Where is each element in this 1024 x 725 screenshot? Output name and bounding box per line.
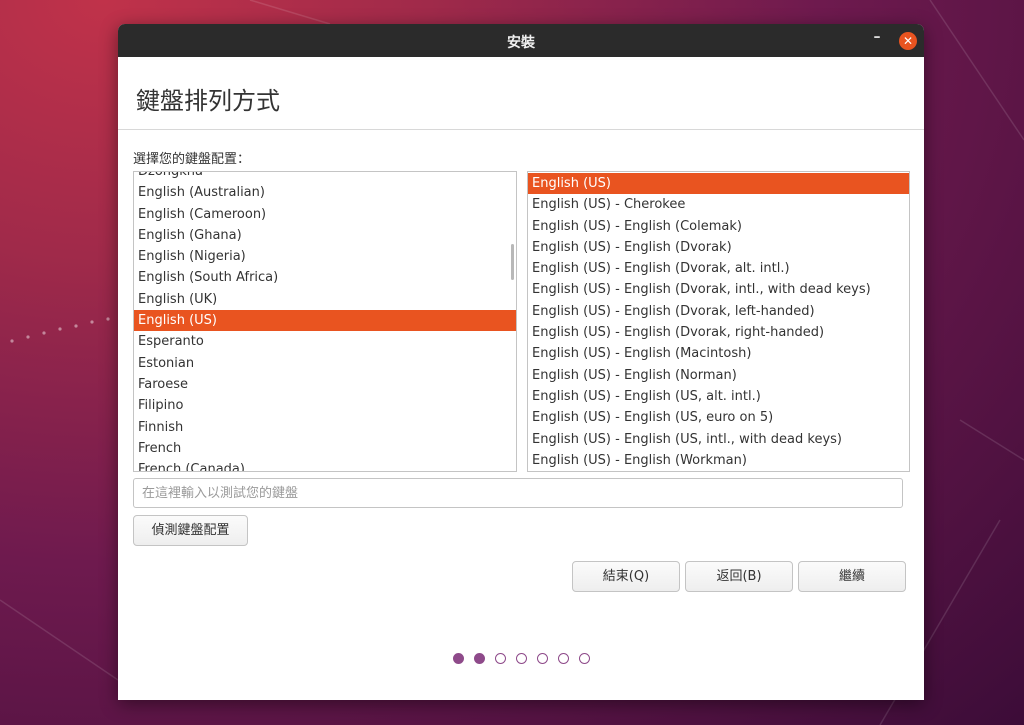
variant-list-inner: English (US) English (US) - Cherokee Engli… xyxy=(528,173,909,471)
progress-dots xyxy=(118,648,924,664)
progress-dot xyxy=(452,653,464,664)
page-title: 鍵盤排列方式 xyxy=(136,87,280,115)
layout-list-item[interactable]: English (Ghana) xyxy=(134,225,516,246)
layout-list-item[interactable]: English (Australian) xyxy=(134,182,516,203)
layout-list-item[interactable]: Dzongkha xyxy=(134,172,516,182)
variant-list-item[interactable]: English (US) - English (Macintosh) xyxy=(528,343,909,364)
layout-list-item[interactable]: English (South Africa) xyxy=(134,267,516,288)
layout-prompt: 選擇您的鍵盤配置： xyxy=(133,152,251,167)
variant-list-item[interactable]: English (US) - English (Dvorak, right-ha… xyxy=(528,322,909,343)
progress-dot xyxy=(473,653,485,664)
close-button[interactable]: ✕ xyxy=(899,32,917,50)
keyboard-variant-list[interactable]: English (US) English (US) - Cherokee Engli… xyxy=(527,171,910,472)
progress-dot xyxy=(515,653,527,664)
variant-list-item[interactable]: English (US) xyxy=(528,173,909,195)
keyboard-test-input[interactable] xyxy=(133,478,903,508)
variant-list-item[interactable]: English (US) - English (Colemak) xyxy=(528,216,909,237)
layout-list-item[interactable]: French xyxy=(134,438,516,459)
keyboard-layout-list[interactable]: Dzongkha English (Australian) English (Cam… xyxy=(133,171,517,472)
variant-list-item[interactable]: English (US) - English (US, intl., with … xyxy=(528,429,909,450)
variant-list-item[interactable]: English (US) - English (Dvorak, intl., w… xyxy=(528,279,909,300)
layout-list-item[interactable]: French (Canada) xyxy=(134,459,516,471)
layout-list-item[interactable]: English (Nigeria) xyxy=(134,246,516,267)
progress-dot xyxy=(494,653,506,664)
progress-dot xyxy=(557,653,569,664)
progress-dot xyxy=(536,653,548,664)
variant-list-item[interactable]: English (US) - English (Workman) xyxy=(528,450,909,471)
variant-list-item[interactable]: English (US) - English (Dvorak, alt. int… xyxy=(528,258,909,279)
variant-list-item[interactable]: English (US) - English (US, alt. intl.) xyxy=(528,386,909,407)
back-button[interactable]: 返回(B) xyxy=(685,561,793,592)
close-icon: ✕ xyxy=(902,34,914,48)
layout-list-item[interactable]: Estonian xyxy=(134,353,516,374)
layout-list-item[interactable]: English (Cameroon) xyxy=(134,204,516,225)
layout-list-item[interactable]: Faroese xyxy=(134,374,516,395)
layout-list-item[interactable]: Finnish xyxy=(134,417,516,438)
variant-list-item[interactable]: English (US) - Cherokee xyxy=(528,194,909,215)
layout-list-item[interactable]: Filipino xyxy=(134,395,516,416)
installer-window: 安裝 – ✕ 鍵盤排列方式 選擇您的鍵盤配置： Dzongkha English … xyxy=(118,24,924,700)
header: 鍵盤排列方式 xyxy=(118,57,924,130)
variant-list-item[interactable]: English (US) - English (US, euro on 5) xyxy=(528,407,909,428)
detect-layout-button[interactable]: 偵測鍵盤配置 xyxy=(133,515,248,546)
variant-list-item[interactable]: English (US) - English (Dvorak) xyxy=(528,237,909,258)
layout-list-item[interactable]: English (US) xyxy=(134,310,516,332)
layout-list-inner: Dzongkha English (Australian) English (Cam… xyxy=(134,172,516,471)
variant-list-item[interactable]: English (US) - English (Dvorak, left-han… xyxy=(528,301,909,322)
continue-button[interactable]: 繼續 xyxy=(798,561,906,592)
progress-dot xyxy=(578,653,590,664)
layout-list-item[interactable]: Esperanto xyxy=(134,331,516,352)
variant-list-item[interactable]: English (US) - English (Norman) xyxy=(528,365,909,386)
minimize-button[interactable]: – xyxy=(870,29,884,49)
titlebar: 安裝 – ✕ xyxy=(118,24,924,57)
quit-button[interactable]: 結束(Q) xyxy=(572,561,680,592)
window-title: 安裝 xyxy=(507,35,535,51)
layout-list-scrollbar[interactable] xyxy=(511,244,514,280)
layout-list-item[interactable]: English (UK) xyxy=(134,289,516,310)
